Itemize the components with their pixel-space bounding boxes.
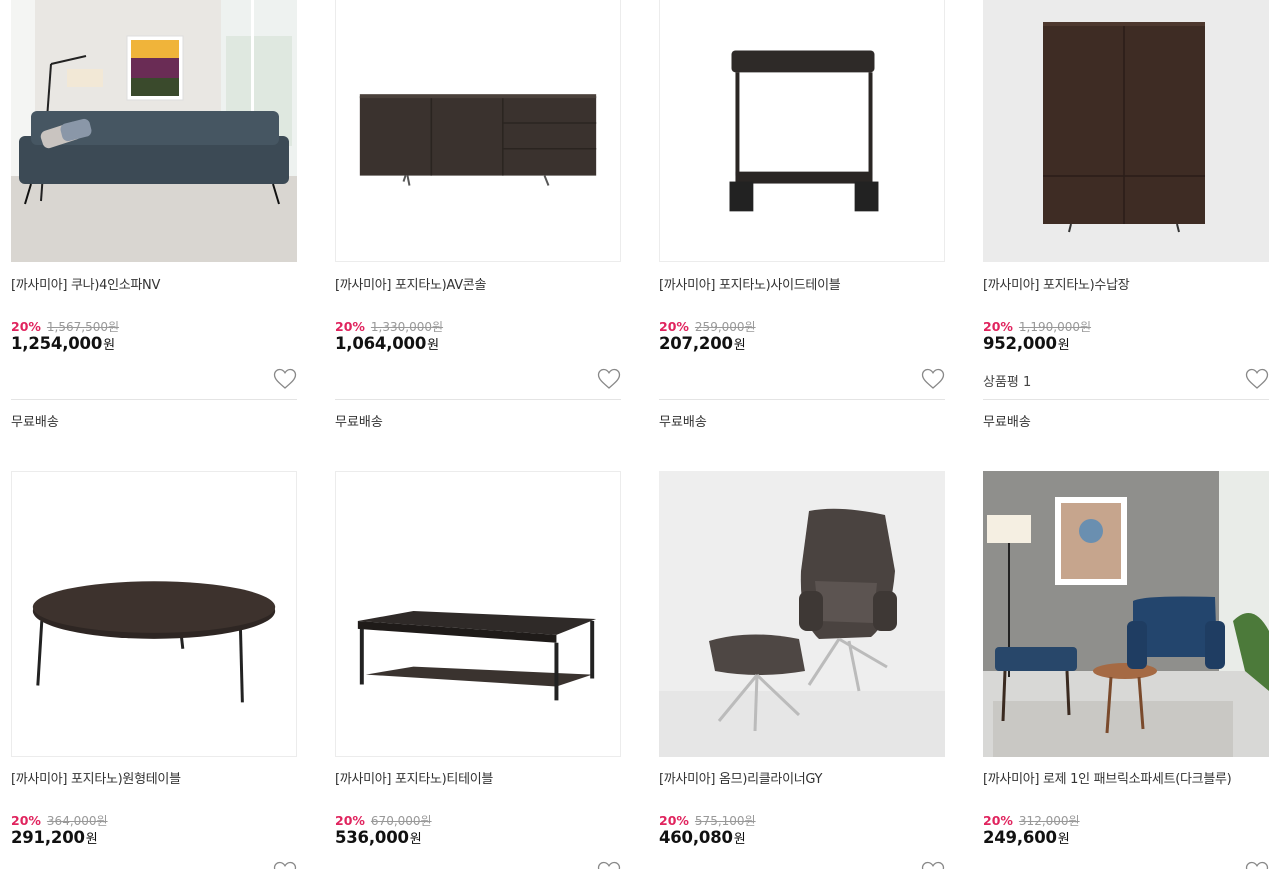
discount-rate: 20% (983, 319, 1013, 334)
price-line: 20% 1,330,000원 (335, 318, 443, 335)
currency-unit: 원 (1057, 338, 1070, 353)
price-line: 20% 670,000원 (335, 812, 432, 829)
price-line: 20% 364,000원 (11, 812, 108, 829)
final-price: 952,000원 (983, 334, 1070, 353)
final-price-value: 207,200 (659, 334, 733, 353)
currency-unit: 원 (733, 832, 746, 847)
product-title[interactable]: [까사미아] 포지타노)티테이블 (335, 768, 493, 787)
final-price: 249,600원 (983, 828, 1070, 847)
final-price: 460,080원 (659, 828, 746, 847)
final-price-value: 952,000 (983, 334, 1057, 353)
blue-fabric-armchair-set-image (983, 471, 1269, 757)
currency-unit: 원 (427, 338, 439, 353)
discount-rate: 20% (659, 813, 689, 828)
final-price-value: 536,000 (335, 828, 409, 847)
discount-rate: 20% (335, 813, 365, 828)
product-image[interactable] (11, 0, 297, 262)
original-price: 670,000원 (370, 814, 432, 828)
currency-unit: 원 (103, 338, 115, 353)
product-image[interactable] (659, 471, 945, 757)
product-image[interactable] (659, 0, 945, 262)
heart-outline-icon[interactable] (1245, 368, 1269, 390)
currency-unit: 원 (85, 832, 98, 847)
shipping-label: 무료배송 (983, 415, 1031, 430)
heart-outline-icon[interactable] (273, 368, 297, 390)
price-line: 20% 259,000원 (659, 318, 756, 335)
discount-rate: 20% (11, 319, 41, 334)
rectangular-tea-table-image (336, 472, 620, 756)
dark-wood-av-console-image (336, 0, 620, 261)
original-price: 1,330,000원 (370, 320, 444, 334)
product-image[interactable] (983, 0, 1269, 262)
price-line: 20% 1,567,500원 (11, 318, 119, 335)
final-price: 1,254,000원 (11, 334, 115, 353)
original-price: 364,000원 (46, 814, 108, 828)
price-line: 20% 575,100원 (659, 812, 756, 829)
discount-rate: 20% (335, 319, 365, 334)
final-price-value: 291,200 (11, 828, 85, 847)
grey-recliner-ottoman-image (659, 471, 945, 757)
heart-outline-icon[interactable] (597, 368, 621, 390)
original-price: 312,000원 (1018, 814, 1080, 828)
heart-outline-icon[interactable] (1245, 861, 1269, 869)
final-price-value: 1,064,000 (335, 334, 427, 353)
divider (983, 399, 1269, 400)
final-price-value: 1,254,000 (11, 334, 103, 353)
divider (11, 399, 297, 400)
final-price: 1,064,000원 (335, 334, 439, 353)
currency-unit: 원 (409, 832, 422, 847)
dark-c-side-table-image (660, 0, 944, 261)
round-coffee-table-image (12, 472, 296, 756)
heart-outline-icon[interactable] (597, 861, 621, 869)
price-line: 20% 312,000원 (983, 812, 1080, 829)
navy-leather-sofa-image (11, 0, 297, 262)
shipping-label: 무료배송 (335, 415, 383, 430)
product-title[interactable]: [까사미아] 옴므)리클라이너GY (659, 768, 822, 787)
discount-rate: 20% (11, 813, 41, 828)
heart-outline-icon[interactable] (921, 368, 945, 390)
product-title[interactable]: [까사미아] 포지타노)원형테이블 (11, 768, 181, 787)
original-price: 1,190,000원 (1018, 320, 1092, 334)
original-price: 575,100원 (694, 814, 756, 828)
shipping-label: 무료배송 (659, 415, 707, 430)
currency-unit: 원 (1057, 832, 1070, 847)
review-count[interactable]: 상품평 1 (983, 371, 1031, 390)
product-image[interactable] (983, 471, 1269, 757)
final-price: 291,200원 (11, 828, 98, 847)
final-price: 536,000원 (335, 828, 422, 847)
discount-rate: 20% (983, 813, 1013, 828)
product-image[interactable] (335, 471, 621, 757)
heart-outline-icon[interactable] (921, 861, 945, 869)
dark-wood-cabinet-image (983, 0, 1269, 262)
product-image[interactable] (11, 471, 297, 757)
heart-outline-icon[interactable] (273, 861, 297, 869)
product-image[interactable] (335, 0, 621, 262)
final-price-value: 460,080 (659, 828, 733, 847)
divider (659, 399, 945, 400)
final-price-value: 249,600 (983, 828, 1057, 847)
final-price: 207,200원 (659, 334, 746, 353)
product-title[interactable]: [까사미아] 포지타노)수납장 (983, 274, 1130, 293)
product-title[interactable]: [까사미아] 로제 1인 패브릭소파세트(다크블루) (983, 768, 1232, 787)
original-price: 1,567,500원 (46, 320, 120, 334)
product-title[interactable]: [까사미아] 포지타노)AV콘솔 (335, 274, 486, 293)
discount-rate: 20% (659, 319, 689, 334)
product-title[interactable]: [까사미아] 쿠나)4인소파NV (11, 274, 160, 293)
shipping-label: 무료배송 (11, 415, 59, 430)
price-line: 20% 1,190,000원 (983, 318, 1091, 335)
original-price: 259,000원 (694, 320, 756, 334)
currency-unit: 원 (733, 338, 746, 353)
product-title[interactable]: [까사미아] 포지타노)사이드테이블 (659, 274, 841, 293)
divider (335, 399, 621, 400)
